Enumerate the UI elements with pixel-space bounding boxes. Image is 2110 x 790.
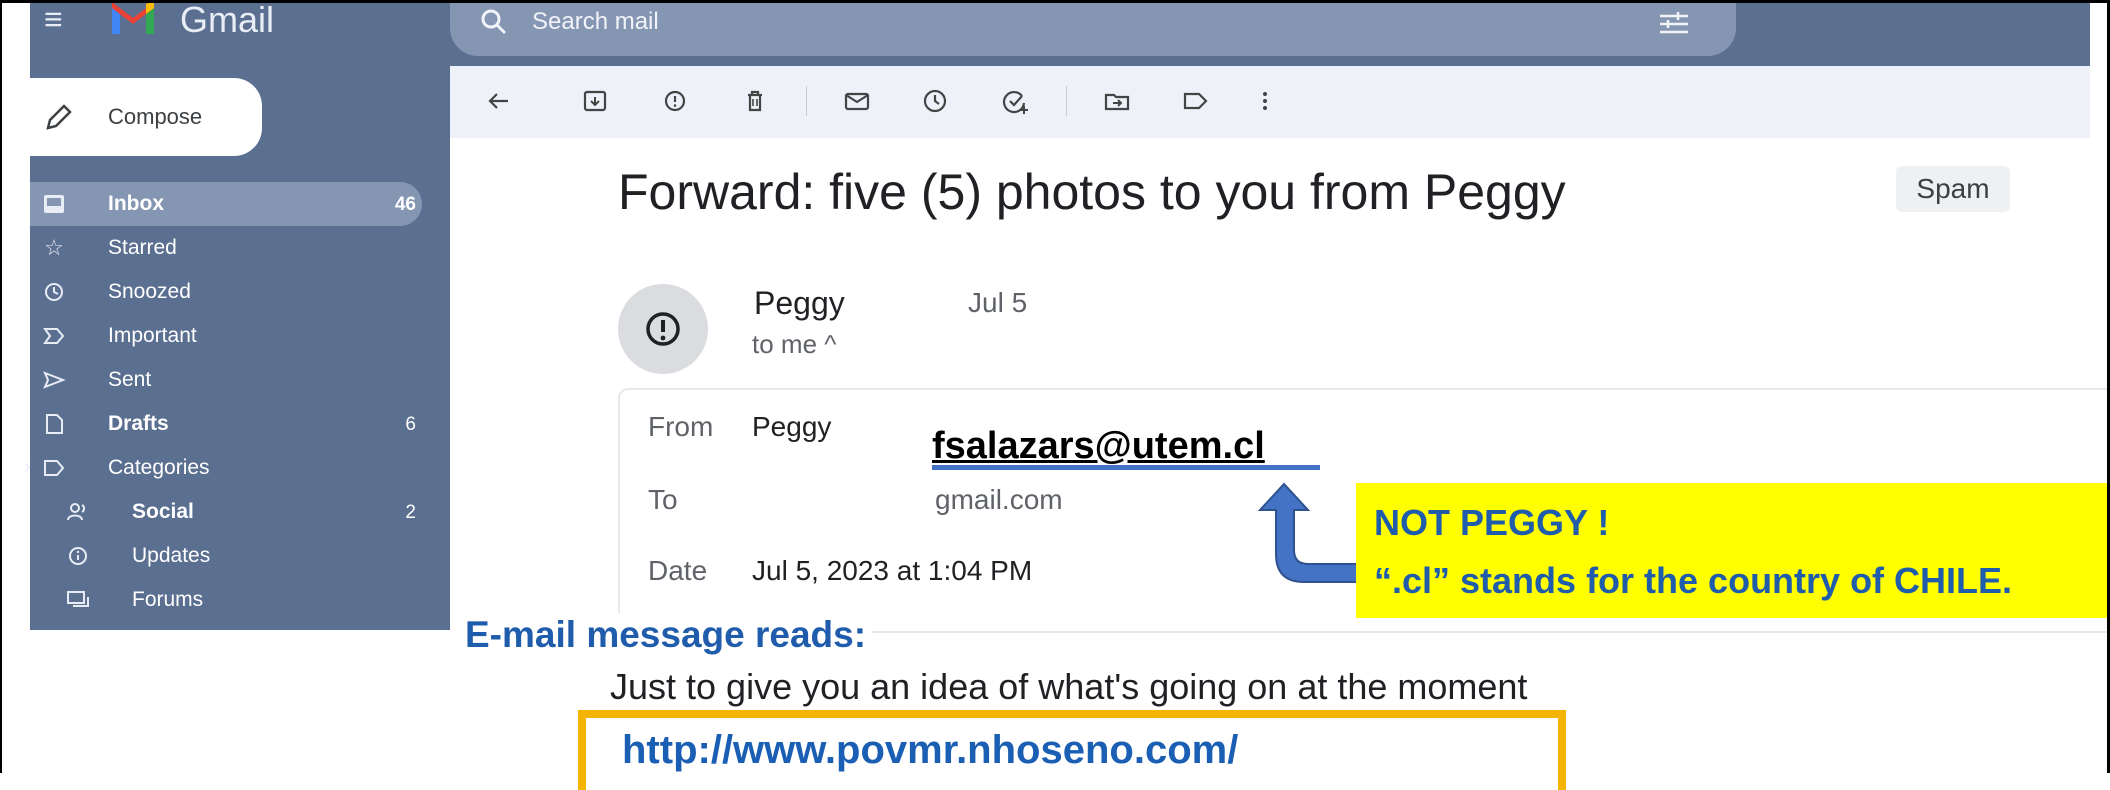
toolbar-divider <box>806 86 807 116</box>
gmail-brand: Gmail <box>180 0 275 40</box>
message-toolbar <box>450 66 2090 138</box>
message-reads-caption: E-mail message reads: <box>465 613 873 657</box>
mark-unread-icon[interactable] <box>842 86 872 116</box>
delete-icon[interactable] <box>740 86 770 116</box>
sidebar-item-label: Starred <box>108 236 177 259</box>
sidebar-item-label: Drafts <box>108 412 169 435</box>
sidebar-item-label: Snoozed <box>108 280 191 303</box>
move-to-icon[interactable] <box>1102 86 1132 116</box>
pencil-icon <box>46 104 72 130</box>
archive-icon[interactable] <box>580 86 610 116</box>
search-icon[interactable] <box>480 8 508 36</box>
gmail-logo-icon[interactable] <box>110 0 156 34</box>
label-icon <box>44 460 65 476</box>
report-spam-icon[interactable] <box>660 86 690 116</box>
callout-line-1: NOT PEGGY ! <box>1374 502 1610 543</box>
sidebar-item-label: Sent <box>108 368 152 391</box>
send-icon <box>43 371 66 389</box>
sidebar-item-starred[interactable]: ☆ Starred <box>30 226 422 270</box>
sender-avatar <box>618 284 708 374</box>
search-options-icon[interactable] <box>1658 10 1690 36</box>
sidebar-item-inbox[interactable]: Inbox 46 <box>30 182 422 226</box>
forum-icon <box>67 591 89 607</box>
compose-label: Compose <box>108 104 203 129</box>
gmail-header: ≡ Gmail Search mail <box>30 0 2090 66</box>
email-date: Jul 5 <box>968 287 1028 318</box>
draft-count: 6 <box>405 414 416 435</box>
from-value: Peggy <box>752 411 832 442</box>
spam-label-chip[interactable]: Spam <box>1896 166 2010 212</box>
add-task-icon[interactable] <box>1000 86 1030 116</box>
sidebar-item-social[interactable]: Social 2 <box>30 490 422 534</box>
star-icon: ☆ <box>44 235 64 260</box>
sidebar-item-categories[interactable]: › Categories <box>24 446 422 490</box>
sidebar-item-label: Updates <box>132 544 211 567</box>
people-icon <box>67 503 86 521</box>
sidebar-item-label: Social <box>132 500 194 523</box>
up-arrow-icon <box>1257 482 1359 583</box>
label-icon[interactable] <box>1180 86 1210 116</box>
more-options-icon[interactable] <box>1250 86 1280 116</box>
search-input[interactable]: Search mail <box>532 6 659 38</box>
sidebar-item-updates[interactable]: Updates <box>30 534 422 578</box>
sidebar-item-label: Important <box>108 324 197 347</box>
from-label: From <box>648 411 714 442</box>
compose-button[interactable]: Compose <box>30 78 262 156</box>
email-body-text: Just to give you an idea of what's going… <box>610 666 1528 707</box>
sidebar-item-drafts[interactable]: Drafts 6 <box>30 402 422 446</box>
back-arrow-icon[interactable] <box>484 86 514 116</box>
draft-icon <box>46 414 63 434</box>
sidebar-item-forums[interactable]: Forums <box>30 578 422 622</box>
date-value: Jul 5, 2023 at 1:04 PM <box>752 555 1033 586</box>
recipient-details-toggle[interactable]: to me ^ <box>752 328 836 360</box>
unread-count: 46 <box>394 194 416 215</box>
email-subject: Forward: five (5) photos to you from Peg… <box>618 164 1566 220</box>
info-icon <box>69 547 87 565</box>
main-menu-icon[interactable]: ≡ <box>44 3 74 35</box>
inbox-icon <box>44 195 64 213</box>
search-bar[interactable]: Search mail <box>450 0 1736 56</box>
important-icon <box>43 328 65 344</box>
sender-name[interactable]: Peggy <box>754 284 845 322</box>
sidebar-item-important[interactable]: Important <box>30 314 422 358</box>
warning-callout: NOT PEGGY ! “.cl” stands for the country… <box>1356 483 2110 618</box>
expand-caret-icon[interactable]: › <box>24 456 32 480</box>
sidebar-item-label: Categories <box>108 456 210 479</box>
callout-line-2: “.cl” stands for the country of CHILE. <box>1374 560 2013 601</box>
to-label: To <box>648 484 678 515</box>
clock-icon <box>45 283 63 301</box>
suspicious-link[interactable]: http://www.povmr.nhoseno.com/ <box>622 726 1238 774</box>
date-label: Date <box>648 555 708 586</box>
warning-icon <box>646 312 680 346</box>
toolbar-divider <box>1066 86 1067 116</box>
sidebar-item-label: Inbox <box>108 192 164 215</box>
sidebar-item-label: Forums <box>132 588 204 611</box>
sidebar-item-snoozed[interactable]: Snoozed <box>30 270 422 314</box>
address-underline <box>932 465 1320 470</box>
snooze-icon[interactable] <box>920 86 950 116</box>
sidebar: Compose Inbox 46 ☆ Starred Snoozed Impor… <box>24 66 450 630</box>
to-value: gmail.com <box>935 484 1063 515</box>
sidebar-item-sent[interactable]: Sent <box>30 358 422 402</box>
sender-email-address: fsalazars@utem.cl <box>932 425 1265 467</box>
social-count: 2 <box>405 502 416 523</box>
